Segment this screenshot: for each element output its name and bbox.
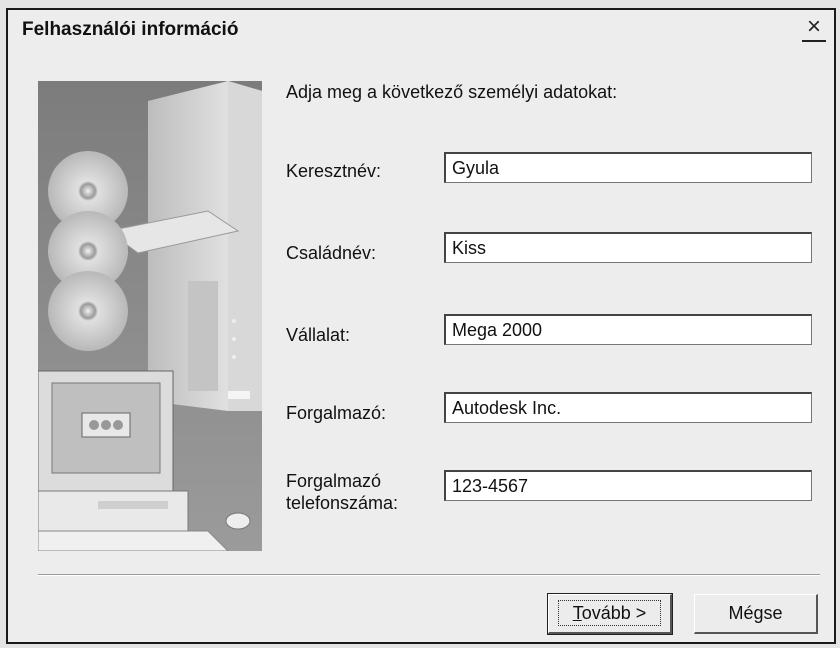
- user-information-dialog: Felhasználói információ × Adja meg a köv…: [6, 8, 836, 644]
- dialog-title: Felhasználói információ: [22, 19, 239, 40]
- close-icon[interactable]: ×: [802, 15, 826, 42]
- reseller-phone-label-line1: Forgalmazó: [286, 471, 382, 491]
- first-name-field[interactable]: [444, 152, 812, 183]
- next-button[interactable]: Tovább >: [547, 593, 673, 635]
- next-button-mnemonic: T: [572, 603, 582, 623]
- reseller-field[interactable]: [444, 392, 812, 423]
- next-button-text: ovább >: [581, 603, 647, 623]
- title-bar: Felhasználói információ ×: [8, 10, 834, 46]
- company-label: Vállalat:: [286, 325, 351, 345]
- computer-illustration: [38, 81, 262, 551]
- last-name-label: Családnév:: [286, 243, 377, 263]
- reseller-phone-label-line2: telefonszáma:: [286, 493, 399, 513]
- first-name-label: Keresztnév:: [286, 161, 382, 181]
- computer-illustration-graphic: [38, 81, 262, 551]
- reseller-phone-label: Forgalmazó telefonszáma:: [286, 470, 398, 514]
- divider: [38, 574, 820, 576]
- company-field[interactable]: [444, 314, 812, 345]
- last-name-field[interactable]: [444, 232, 812, 263]
- cancel-button[interactable]: Mégse: [694, 594, 818, 634]
- reseller-phone-field[interactable]: [444, 470, 812, 501]
- next-button-label: Tovább >: [557, 600, 662, 626]
- reseller-label: Forgalmazó:: [286, 403, 387, 423]
- intro-text: Adja meg a következő személyi adatokat:: [286, 82, 618, 102]
